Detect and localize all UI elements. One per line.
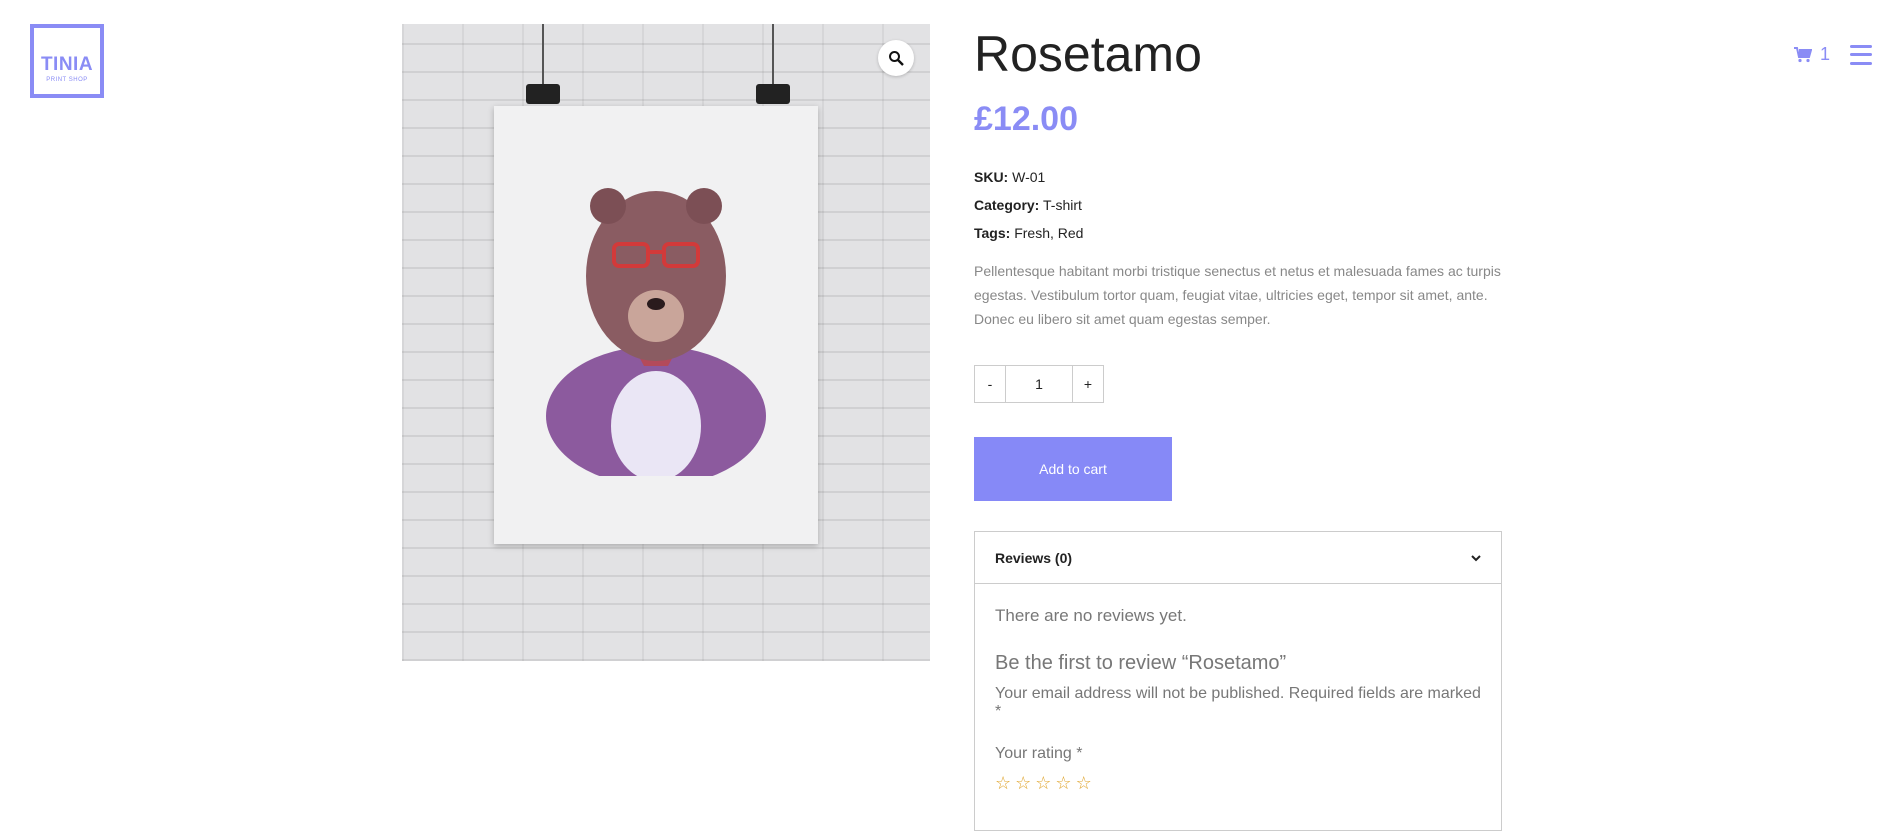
reviews-tab[interactable]: Reviews (0) bbox=[975, 532, 1501, 584]
rating-label: Your rating * bbox=[995, 745, 1083, 762]
bear-illustration bbox=[546, 188, 766, 476]
tags-row: Tags: Fresh, Red bbox=[974, 225, 1084, 241]
logo-name: TINIA bbox=[40, 53, 94, 75]
reviews-tab-label: Reviews (0) bbox=[995, 549, 1073, 566]
sku-value: W-01 bbox=[1012, 169, 1046, 185]
poster bbox=[494, 106, 818, 544]
sku-row: SKU: W-01 bbox=[974, 169, 1046, 185]
reviews-body: There are no reviews yet. Be the first t… bbox=[975, 584, 1501, 816]
star-rating-4[interactable]: ☆ bbox=[1055, 773, 1071, 794]
cart-count: 1 bbox=[1819, 44, 1830, 64]
quantity-increase-button[interactable]: + bbox=[1073, 366, 1103, 402]
zoom-button[interactable] bbox=[878, 40, 914, 76]
star-rating-1[interactable]: ☆ bbox=[995, 773, 1011, 794]
quantity-decrease-button[interactable]: - bbox=[975, 366, 1005, 402]
product-summary: Rosetamo £12.00 SKU: W-01 Category: T-sh… bbox=[974, 24, 1502, 501]
no-reviews-text: There are no reviews yet. bbox=[995, 606, 1187, 625]
cart-link[interactable]: 1 bbox=[1793, 44, 1830, 65]
product-image[interactable] bbox=[402, 24, 930, 661]
hamburger-icon[interactable] bbox=[1850, 44, 1872, 65]
quantity-input[interactable]: 1 bbox=[1005, 366, 1073, 402]
logo-tagline: PRINT SHOP bbox=[46, 76, 88, 83]
star-rating-2[interactable]: ☆ bbox=[1015, 773, 1031, 794]
product-description: Pellentesque habitant morbi tristique se… bbox=[974, 263, 1501, 327]
add-to-cart-button[interactable]: Add to cart bbox=[974, 437, 1172, 501]
star-rating-5[interactable]: ☆ bbox=[1076, 773, 1092, 794]
review-form-title: Be the first to review “Rosetamo” bbox=[995, 652, 1287, 674]
reviews-panel: Reviews (0) There are no reviews yet. Be… bbox=[974, 531, 1502, 831]
category-row: Category: T-shirt bbox=[974, 197, 1082, 213]
chevron-down-icon bbox=[1471, 554, 1481, 561]
quantity-stepper[interactable]: - 1 + bbox=[974, 365, 1104, 403]
tag-link[interactable]: Fresh bbox=[1014, 225, 1050, 241]
cart-icon bbox=[1793, 46, 1812, 62]
header-actions: 1 bbox=[1793, 44, 1872, 65]
rating-stars: ☆ ☆ ☆ ☆ ☆ bbox=[995, 773, 1481, 794]
magnifier-icon bbox=[889, 51, 904, 66]
product-title: Rosetamo bbox=[974, 26, 1202, 82]
site-logo[interactable]: TINIA PRINT SHOP bbox=[30, 24, 104, 98]
star-rating-3[interactable]: ☆ bbox=[1035, 773, 1051, 794]
review-notice: Your email address will not be published… bbox=[995, 685, 1481, 720]
product-price: £12.00 bbox=[974, 100, 1078, 138]
tag-link[interactable]: Red bbox=[1058, 225, 1084, 241]
product-meta: SKU: W-01 Category: T-shirt Tags: Fresh,… bbox=[974, 163, 1502, 247]
category-link[interactable]: T-shirt bbox=[1043, 197, 1082, 213]
